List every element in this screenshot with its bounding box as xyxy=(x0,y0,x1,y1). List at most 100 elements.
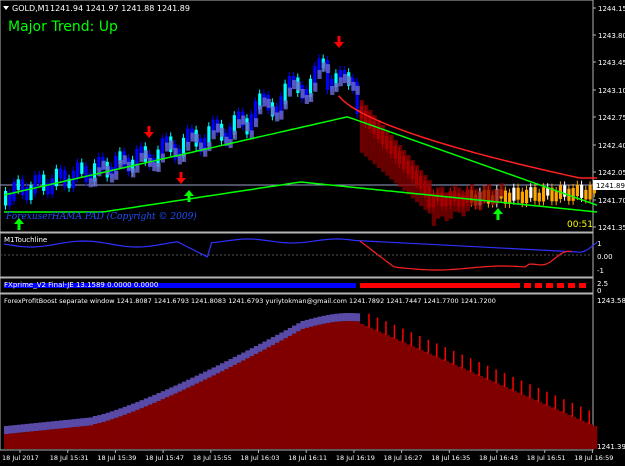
hama-band xyxy=(241,115,246,125)
boost-purple-bar xyxy=(177,383,183,392)
boost-dark-bar xyxy=(190,385,195,449)
boost-purple-bar xyxy=(76,418,81,427)
boost-dark-bar xyxy=(474,374,479,449)
boost-purple-bar xyxy=(283,330,289,339)
candle-body xyxy=(508,192,512,204)
boost-dark-bar xyxy=(563,413,568,449)
boost-purple-bar xyxy=(215,365,221,374)
boost-dark-bar xyxy=(97,423,102,449)
boost-dark-bar xyxy=(224,369,229,449)
boost-dark-bar xyxy=(232,364,238,449)
candle-body xyxy=(33,175,37,194)
boost-purple-bar xyxy=(4,426,9,434)
boost-dark-bar xyxy=(20,432,26,449)
boost-purple-bar xyxy=(220,363,225,372)
boost-red-stripe xyxy=(537,388,540,402)
boost-purple-bar xyxy=(258,343,263,352)
hama-band xyxy=(304,95,309,105)
boost-dark-bar xyxy=(300,329,306,449)
hama-band xyxy=(330,85,335,95)
price-tick-label: 1242.05 xyxy=(598,169,625,177)
boost-red-stripe xyxy=(402,328,404,343)
candle-body xyxy=(63,170,67,187)
boost-purple-bar xyxy=(67,419,73,428)
boost-dark-bar xyxy=(478,376,483,449)
watermark-text: ForexuserHAMA PAD (Copyright © 2009) xyxy=(5,211,197,222)
boost-dark-bar xyxy=(105,420,111,449)
boost-purple-bar xyxy=(12,425,18,434)
boost-dark-bar xyxy=(313,325,318,449)
boost-red-stripe xyxy=(452,350,455,365)
boost-purple-bar xyxy=(42,422,47,431)
trading-chart[interactable]: GOLD,M1 1241.94 1241.97 1241.88 1241.89 … xyxy=(0,0,625,466)
hama-band xyxy=(190,132,195,142)
boost-dark-bar xyxy=(173,393,178,449)
candle-body xyxy=(584,189,588,200)
hama-band xyxy=(342,74,348,84)
boost-purple-bar xyxy=(92,416,98,424)
boost-purple-bar xyxy=(198,373,204,382)
hama-band xyxy=(364,105,369,157)
boost-dark-bar xyxy=(537,402,543,449)
candle-body xyxy=(50,178,54,195)
boost-dark-bar xyxy=(503,387,509,449)
boost-purple-bar xyxy=(334,313,339,322)
boost-dark-bar xyxy=(186,387,191,449)
boost-dark-bar xyxy=(486,379,492,449)
boost-dark-bar xyxy=(571,416,577,449)
boost-red-stripe xyxy=(461,354,463,369)
symbol-label: GOLD,M1 xyxy=(12,4,50,13)
boost-purple-bar xyxy=(173,385,178,394)
boost-dark-bar xyxy=(135,409,140,449)
candle-body xyxy=(8,192,12,206)
boost-dark-bar xyxy=(554,409,560,449)
boost-dark-bar xyxy=(512,390,517,449)
boost-dark-bar xyxy=(469,372,475,449)
boost-dark-bar xyxy=(4,434,9,449)
candle-body xyxy=(529,187,533,198)
boost-dark-bar xyxy=(76,426,81,449)
boost-red-stripe xyxy=(469,358,472,373)
boost-dark-bar xyxy=(249,356,255,449)
boost-red-stripe xyxy=(486,365,489,380)
boost-red-stripe xyxy=(554,395,557,410)
hama-band xyxy=(300,89,305,99)
boost-dark-bar xyxy=(431,355,437,449)
hama-band xyxy=(283,100,288,110)
time-tick-label: 18 Jul 15:39 xyxy=(97,454,136,462)
boost-red-stripe xyxy=(410,332,413,347)
candle-body xyxy=(16,179,20,191)
hama-band xyxy=(266,98,271,108)
fxprime-red-segment xyxy=(568,283,575,288)
boost-axis-bottom: 1241.3934 xyxy=(597,443,625,451)
boost-dark-bar xyxy=(317,324,322,449)
time-tick-label: 18 Jul 15:47 xyxy=(145,454,184,462)
boost-purple-bar xyxy=(181,381,187,390)
time-tick-label: 18 Jul 16:43 xyxy=(479,454,518,462)
boost-purple-bar xyxy=(245,350,250,359)
boost-dark-bar xyxy=(143,406,149,449)
time-tick-label: 18 Jul 16:03 xyxy=(241,454,280,462)
candle-body xyxy=(571,188,575,201)
boost-purple-bar xyxy=(194,375,200,384)
boost-purple-bar xyxy=(232,356,238,365)
boost-dark-bar xyxy=(84,425,90,449)
boost-purple-bar xyxy=(25,423,30,432)
time-tick-label: 18 Jul 16:35 xyxy=(431,454,470,462)
time-tick-label: 18 Jul 16:11 xyxy=(288,454,327,462)
time-tick-label: 18 Jul 15:31 xyxy=(50,454,89,462)
candle-body xyxy=(524,189,529,204)
hama-band xyxy=(469,184,475,206)
boost-dark-bar xyxy=(279,340,284,449)
hama-band xyxy=(334,83,339,93)
boost-dark-bar xyxy=(292,333,297,449)
hama-band xyxy=(97,167,102,177)
candle-body xyxy=(503,190,508,204)
candle-body xyxy=(588,185,592,200)
boost-purple-bar xyxy=(275,334,280,343)
boost-purple-bar xyxy=(207,369,212,378)
boost-dark-bar xyxy=(355,321,361,449)
price-tick-label: 1243.45 xyxy=(598,59,625,67)
boost-red-stripe xyxy=(419,336,421,350)
hama-band xyxy=(177,155,182,165)
